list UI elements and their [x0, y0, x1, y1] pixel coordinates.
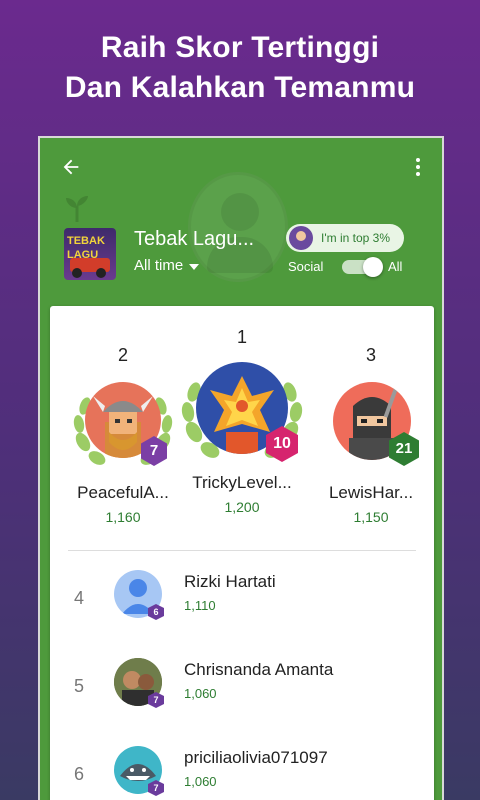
leaderboard-row[interactable]: 4 6 Rizki Hartati 1,110 — [50, 558, 434, 638]
social-all-toggle[interactable] — [342, 257, 383, 277]
leaderboard-row[interactable]: 6 7 priciliaolivia071097 1,060 — [50, 734, 434, 800]
podium-player-score: 1,200 — [224, 499, 260, 515]
row-player-name: Chrisnanda Amanta — [184, 660, 334, 679]
toggle-knob[interactable] — [363, 257, 383, 277]
row-player-score: 1,060 — [184, 686, 217, 701]
headline-line-2: Dan Kalahkan Temanmu — [64, 71, 416, 104]
podium-second[interactable]: 2 7 PeacefulA... 1,160 — [58, 344, 188, 526]
more-vert-icon — [416, 158, 420, 162]
row-player-name: priciliaolivia071097 — [184, 748, 328, 767]
podium-third[interactable]: 3 21 LewisHar... 1,150 — [308, 344, 434, 526]
podium-rank: 1 — [236, 327, 247, 347]
back-button[interactable] — [56, 152, 86, 182]
row-player-score: 1,110 — [184, 598, 216, 613]
player-mini-avatar — [289, 226, 313, 250]
dropdown-arrow-icon — [189, 264, 200, 270]
time-filter-dropdown[interactable]: All time — [134, 256, 200, 276]
podium-player-name: PeacefulA... — [77, 483, 169, 502]
toggle-social-label: Social — [288, 259, 324, 274]
more-options-button[interactable] — [406, 152, 430, 182]
promo-headline: Raih Skor Tertinggi Dan Kalahkan Temanmu — [0, 28, 480, 108]
arrow-back-icon — [63, 159, 79, 175]
podium-first[interactable]: 1 10 TrickyLevel... 1,200 — [176, 326, 308, 516]
row-player-score: 1,060 — [184, 774, 217, 789]
time-filter-label: All time — [134, 257, 184, 274]
podium-player-name: TrickyLevel... — [192, 473, 292, 492]
top-rank-label: I'm in top 3% — [321, 231, 390, 245]
app-bar — [40, 138, 442, 194]
game-icon: TEBAK LAGU — [64, 228, 116, 280]
podium-rank: 2 — [117, 345, 128, 365]
game-title: Tebak Lagu... — [134, 228, 255, 250]
row-rank: 6 — [74, 764, 85, 784]
divider — [68, 550, 416, 551]
podium-rank: 3 — [365, 345, 376, 365]
row-rank: 4 — [74, 588, 85, 608]
headline-line-1: Raih Skor Tertinggi — [100, 31, 380, 64]
leaderboard-row[interactable]: 5 7 Chrisnanda Amanta 1,060 — [50, 646, 434, 726]
leaderboard-card: 2 7 PeacefulA... 1,160 1 10 TrickyLevel.… — [50, 306, 434, 800]
sprout-icon — [66, 196, 88, 222]
row-player-name: Rizki Hartati — [184, 572, 276, 591]
top-rank-badge: I'm in top 3% — [286, 224, 404, 252]
podium-player-score: 1,150 — [353, 509, 389, 525]
row-rank: 5 — [74, 676, 85, 696]
podium-player-score: 1,160 — [105, 509, 141, 525]
podium-player-name: LewisHar... — [328, 483, 414, 502]
leaderboard-screen: TEBAK LAGU Tebak Lagu... All time I'm in… — [38, 136, 444, 800]
toggle-all-label: All — [388, 259, 403, 274]
